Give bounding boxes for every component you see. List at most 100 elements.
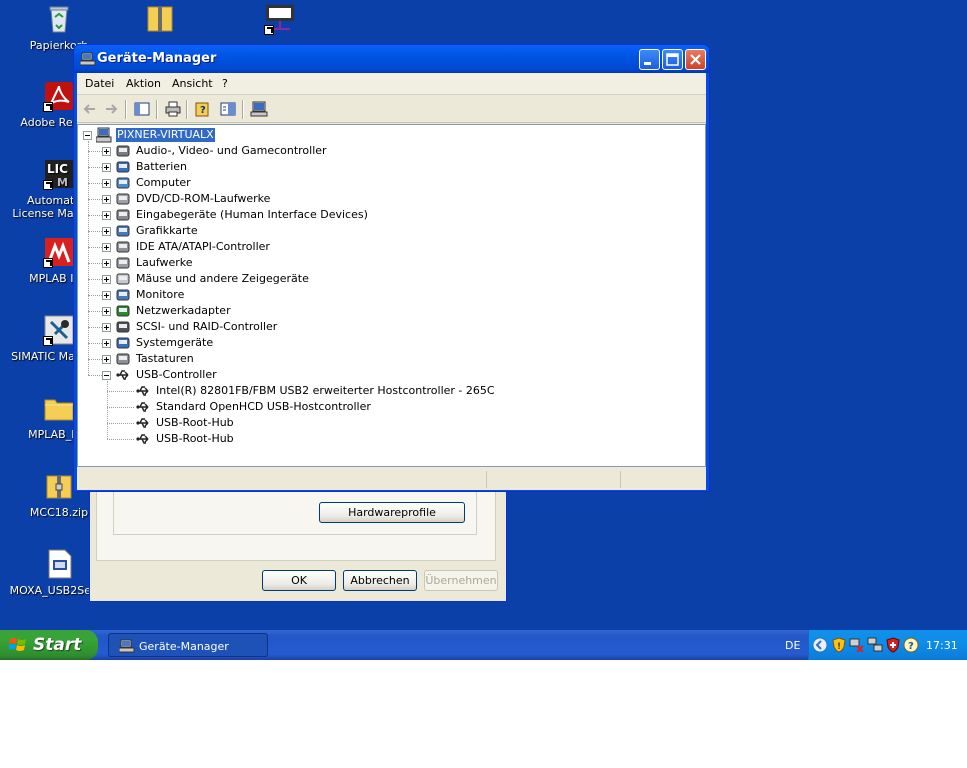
network-disconnected-icon[interactable] <box>849 637 865 653</box>
dialog-tab-page: Hardwareprofile <box>96 481 496 561</box>
scsi-controller-icon <box>116 321 130 333</box>
taskbar-button-label: Geräte-Manager <box>139 640 229 653</box>
properties-button[interactable] <box>219 100 237 118</box>
tree-node-label: IDE ATA/ATAPI-Controller <box>136 240 270 253</box>
tree-connector <box>88 311 102 312</box>
help-bubble-icon[interactable]: ? <box>903 637 919 653</box>
ide-controller-icon <box>116 241 130 253</box>
monitor-icon <box>116 289 130 301</box>
menu-ansicht[interactable]: Ansicht <box>172 77 213 90</box>
forward-button[interactable] <box>102 100 120 118</box>
computer-root-icon <box>96 127 112 143</box>
menu-help[interactable]: ? <box>222 77 228 90</box>
show-hide-console-tree-button[interactable] <box>133 100 151 118</box>
device-tree: PIXNER-VIRTUALX Audio-, Video- und Gameco… <box>77 124 706 467</box>
expand-toggle[interactable] <box>102 355 111 364</box>
hid-icon <box>116 209 130 221</box>
svg-text:?: ? <box>200 105 206 116</box>
tree-connector <box>88 359 102 360</box>
tree-connector <box>107 391 134 392</box>
tree-node-label: Computer <box>136 176 191 189</box>
close-button[interactable] <box>685 49 706 70</box>
title-bar[interactable]: Geräte-Manager <box>74 45 709 73</box>
back-button[interactable] <box>81 100 99 118</box>
hardware-profiles-button[interactable]: Hardwareprofile <box>319 502 465 523</box>
help-button[interactable]: ? <box>194 100 212 118</box>
tree-node-label: Netzwerkadapter <box>136 304 231 317</box>
print-button[interactable] <box>164 100 182 118</box>
printer-icon <box>165 101 181 117</box>
network-adapter-icon <box>116 305 130 317</box>
tree-node-label: Mäuse und andere Zeigegeräte <box>136 272 309 285</box>
tree-connector <box>88 375 102 376</box>
expand-toggle[interactable] <box>102 339 111 348</box>
back-arrow-icon <box>83 104 95 114</box>
device-manager-icon <box>80 52 96 66</box>
cancel-button[interactable]: Abbrechen <box>343 570 417 591</box>
system-device-icon <box>116 337 130 349</box>
toolbar-separator <box>156 100 158 119</box>
language-indicator[interactable]: DE <box>785 639 800 652</box>
expand-toggle[interactable] <box>102 259 111 268</box>
expand-toggle[interactable] <box>102 307 111 316</box>
network-icon[interactable] <box>867 637 883 653</box>
window-client: Datei Aktion Ansicht ? ? PIXNER-VIRTUALX… <box>77 73 706 490</box>
shortcut-arrow-icon <box>43 180 53 190</box>
taskbar: Start Geräte-Manager DE ! ? 17:31 <box>0 630 967 660</box>
clock[interactable]: 17:31 <box>926 639 958 652</box>
expand-toggle[interactable] <box>102 227 111 236</box>
window-title: Geräte-Manager <box>97 51 217 66</box>
minimize-button[interactable] <box>639 49 660 70</box>
shortcut-arrow-icon <box>264 25 274 35</box>
expand-toggle[interactable] <box>102 243 111 252</box>
tree-node-label: Grafikkarte <box>136 224 198 237</box>
folder-icon <box>43 392 75 424</box>
mplab-ide-icon <box>43 236 75 268</box>
expand-toggle[interactable] <box>102 291 111 300</box>
expand-toggle[interactable] <box>102 147 111 156</box>
apply-button: Übernehmen <box>424 570 498 591</box>
expand-toggle[interactable] <box>102 195 111 204</box>
collapse-toggle[interactable] <box>83 131 92 140</box>
tree-connector <box>88 343 102 344</box>
tree-connector <box>88 247 102 248</box>
expand-toggle[interactable] <box>102 275 111 284</box>
expand-toggle[interactable] <box>102 179 111 188</box>
taskbar-button-device-manager[interactable]: Geräte-Manager <box>108 633 268 657</box>
start-label: Start <box>33 635 82 655</box>
shortcut-arrow-icon <box>43 258 53 268</box>
system-properties-dialog: Hardwareprofile OK Abbrechen Übernehmen <box>89 480 507 602</box>
expand-toggle[interactable] <box>102 163 111 172</box>
maximize-button[interactable] <box>662 49 683 70</box>
tree-node-label: Laufwerke <box>136 256 193 269</box>
status-pane <box>486 471 620 488</box>
collapse-toggle[interactable] <box>102 371 111 380</box>
tree-node-label: USB-Controller <box>136 368 217 381</box>
status-bar <box>77 469 706 490</box>
tree-node-label: Systemgeräte <box>136 336 214 349</box>
ok-button[interactable]: OK <box>262 570 336 591</box>
antivirus-shield-icon[interactable] <box>885 637 901 653</box>
usb-icon <box>116 370 129 380</box>
shortcut-arrow-icon <box>43 102 53 112</box>
menu-datei[interactable]: Datei <box>85 77 114 90</box>
tree-connector <box>107 381 108 439</box>
zip-folder-icon <box>43 470 75 502</box>
desktop-icon-hidden-program[interactable] <box>250 3 310 39</box>
device-manager-window: Geräte-Manager Datei Aktion Ansicht ? ? … <box>73 44 710 492</box>
tree-connector <box>107 439 134 440</box>
scan-hardware-button[interactable] <box>250 100 268 118</box>
security-shield-icon[interactable]: ! <box>831 637 847 653</box>
drive-icon <box>116 257 130 269</box>
start-button[interactable]: Start <box>0 630 98 660</box>
tray-expand-button[interactable] <box>812 637 828 653</box>
tree-connector <box>88 263 102 264</box>
adobe-reader-icon <box>43 80 75 112</box>
expand-toggle[interactable] <box>102 323 111 332</box>
tree-connector <box>88 151 102 152</box>
menu-aktion[interactable]: Aktion <box>126 77 161 90</box>
expand-toggle[interactable] <box>102 211 111 220</box>
desktop-icon-hidden-zip[interactable] <box>130 3 190 39</box>
tree-node-label: Audio-, Video- und Gamecontroller <box>136 144 327 157</box>
mouse-icon <box>116 273 130 285</box>
